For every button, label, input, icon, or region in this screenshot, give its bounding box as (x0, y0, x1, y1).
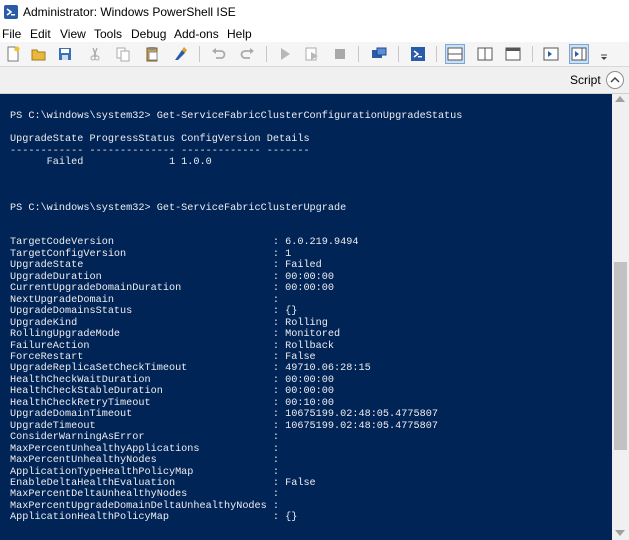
cut-icon[interactable] (86, 45, 104, 63)
powershell-ise-icon (4, 5, 18, 19)
toolbar (0, 42, 629, 67)
vertical-scrollbar[interactable] (612, 94, 629, 540)
run-script-icon[interactable] (276, 45, 294, 63)
menu-bar: File Edit View Tools Debug Add-ons Help (0, 26, 629, 42)
powershell-console-icon[interactable] (409, 45, 427, 63)
copy-icon[interactable] (114, 45, 132, 63)
menu-tools[interactable]: Tools (94, 27, 122, 41)
scroll-up-arrow-icon[interactable] (615, 96, 625, 102)
open-folder-icon[interactable] (30, 45, 48, 63)
save-icon[interactable] (56, 45, 74, 63)
title-bar: Administrator: Windows PowerShell ISE (0, 0, 629, 26)
toolbar-overflow-icon[interactable] (595, 45, 607, 63)
console-output: PS C:\windows\system32> Get-ServiceFabri… (10, 111, 463, 524)
menu-file[interactable]: File (2, 27, 21, 41)
menu-addons[interactable]: Add-ons (174, 27, 219, 41)
clear-console-icon[interactable] (171, 45, 189, 63)
menu-help[interactable]: Help (227, 27, 252, 41)
menu-view[interactable]: View (60, 27, 86, 41)
console-pane[interactable]: PS C:\windows\system32> Get-ServiceFabri… (0, 94, 612, 540)
run-selection-icon[interactable] (303, 45, 321, 63)
show-script-pane-right-icon[interactable] (476, 45, 494, 63)
menu-edit[interactable]: Edit (30, 27, 51, 41)
scrollbar-thumb[interactable] (614, 262, 627, 450)
script-pane-bar: Script (0, 67, 629, 94)
show-script-pane-top-icon[interactable] (445, 44, 465, 64)
show-commands-icon[interactable] (542, 45, 560, 63)
new-file-icon[interactable] (4, 45, 22, 63)
script-pane-label: Script (570, 73, 601, 87)
scroll-down-arrow-icon[interactable] (615, 530, 625, 536)
paste-icon[interactable] (143, 45, 161, 63)
redo-icon[interactable] (239, 45, 257, 63)
show-script-pane-maximized-icon[interactable] (504, 45, 522, 63)
menu-debug[interactable]: Debug (131, 27, 166, 41)
remote-powershell-icon[interactable] (370, 45, 388, 63)
stop-icon[interactable] (331, 45, 349, 63)
window-title: Administrator: Windows PowerShell ISE (23, 5, 236, 19)
undo-icon[interactable] (209, 45, 227, 63)
chevron-up-icon[interactable] (606, 71, 624, 89)
show-command-addon-icon[interactable] (569, 44, 589, 64)
